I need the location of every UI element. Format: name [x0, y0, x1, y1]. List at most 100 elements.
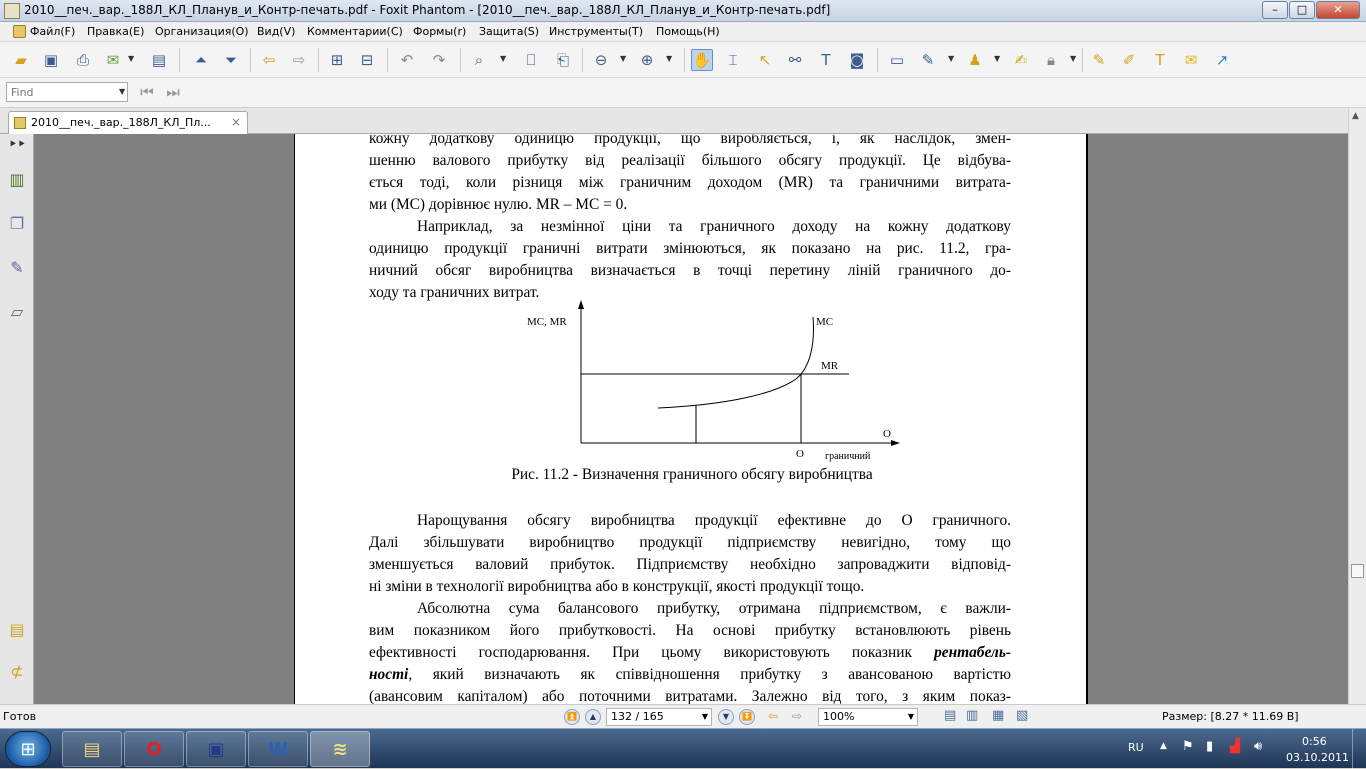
form-dropdown-icon[interactable]: ▼	[948, 54, 954, 63]
scan-icon[interactable]: ▤	[148, 49, 170, 71]
stamp-icon[interactable]: ♟	[964, 49, 986, 71]
menu-file[interactable]: Файл(F)	[30, 25, 75, 38]
menu-comments[interactable]: Комментарии(C)	[307, 25, 403, 38]
lock-icon[interactable]: 🔒︎	[1040, 49, 1062, 71]
single-page-icon[interactable]: ▤	[944, 708, 956, 723]
minimize-button[interactable]: –	[1262, 1, 1288, 19]
next-page-status-icon[interactable]: ▼	[718, 709, 734, 725]
document-edit-icon[interactable]: ✐	[1118, 49, 1140, 71]
menu-view[interactable]: Вид(V)	[257, 25, 295, 38]
arrow-tool-icon[interactable]: ↗	[1211, 49, 1233, 71]
start-button[interactable]: ⊞	[5, 731, 51, 767]
save-icon[interactable]: ▣	[40, 49, 62, 71]
clock-time[interactable]: 0:56	[1302, 735, 1327, 748]
find-previous-icon[interactable]: ⏮	[136, 81, 158, 103]
find-box[interactable]: ▼	[6, 82, 128, 102]
volume-icon[interactable]: 🔊︎	[1254, 739, 1262, 754]
next-page-icon[interactable]: ⏷	[220, 49, 242, 71]
find-dropdown-icon[interactable]: ▼	[119, 87, 125, 96]
menu-tools[interactable]: Инструменты(T)	[549, 25, 643, 38]
zoom-in-icon[interactable]: ⊕	[636, 49, 658, 71]
taskbar-save-app-icon[interactable]: ▣	[186, 731, 246, 767]
stamp-dropdown-icon[interactable]: ▼	[994, 54, 1000, 63]
maximize-button[interactable]: □	[1289, 1, 1315, 19]
select-text-icon[interactable]: ⌶	[722, 49, 744, 71]
zoom-in-dropdown-icon[interactable]: ▼	[666, 54, 672, 63]
fit-width-icon[interactable]: ⎗	[552, 49, 574, 71]
continuous-icon[interactable]: ▥	[966, 708, 978, 723]
continuous-facing-icon[interactable]: ▧	[1016, 708, 1028, 723]
prev-page-icon[interactable]: ▲	[585, 709, 601, 725]
zoom-out-dropdown-icon[interactable]: ▼	[620, 54, 626, 63]
find-next-icon[interactable]: ⏭	[162, 81, 184, 103]
vertical-scrollbar[interactable]: ▲	[1348, 108, 1366, 704]
menu-security[interactable]: Защита(S)	[479, 25, 539, 38]
fit-page-icon[interactable]: ⎕	[520, 49, 542, 71]
zoom-dropdown-icon[interactable]: ▼	[500, 54, 506, 63]
history-forward-icon[interactable]: ⇨	[792, 709, 802, 723]
zoom-tool-icon[interactable]: ⌕	[468, 49, 490, 71]
zoom-out-icon[interactable]: ⊖	[590, 49, 612, 71]
attachments-icon[interactable]: ▱	[7, 300, 27, 322]
redo-icon[interactable]: ↷	[428, 49, 450, 71]
document-tab[interactable]: 2010__печ._вар._188Л_КЛ_Пл... ×	[8, 111, 248, 134]
pages-icon[interactable]: ❐	[7, 212, 27, 234]
page-number-field[interactable]: 132 / 165 ▼	[606, 708, 712, 726]
menu-organize[interactable]: Организация(O)	[155, 25, 249, 38]
last-page-icon[interactable]: ⏬	[739, 709, 755, 725]
page-dropdown-icon[interactable]: ▼	[702, 712, 708, 721]
lock-dropdown-icon[interactable]: ▼	[1070, 54, 1076, 63]
history-back-icon[interactable]: ⇦	[768, 709, 778, 723]
menu-forms[interactable]: Формы(r)	[413, 25, 466, 38]
tab-close-icon[interactable]: ×	[231, 115, 241, 129]
paperclip-icon[interactable]: ⊄	[7, 660, 27, 682]
document-viewport[interactable]: кожну додаткову одиницю продукції, що ви…	[34, 134, 1348, 704]
edit-form-icon[interactable]: ✎	[917, 49, 939, 71]
typewriter-icon[interactable]: T	[815, 49, 837, 71]
action-center-flag-icon[interactable]: ⚑	[1182, 739, 1194, 754]
extract-pages-icon[interactable]: ⊞	[326, 49, 348, 71]
close-button[interactable]: ✕	[1316, 1, 1360, 19]
form-field-icon[interactable]: ▭	[886, 49, 908, 71]
tray-expand-icon[interactable]: ▲	[1160, 741, 1167, 751]
email-dropdown-icon[interactable]: ▼	[128, 54, 134, 63]
taskbar-foxit-icon[interactable]: ≋	[310, 731, 370, 767]
comments-panel-icon[interactable]: ▤	[7, 618, 27, 640]
print-icon[interactable]: ⎙	[72, 49, 94, 71]
find-input[interactable]	[7, 83, 111, 101]
expand-panel-icon[interactable]: ⯈⯈	[7, 134, 27, 156]
scroll-thumb[interactable]	[1351, 564, 1364, 578]
undo-icon[interactable]: ↶	[396, 49, 418, 71]
comment-icon[interactable]: ✉	[1180, 49, 1202, 71]
binoculars-icon[interactable]: ⚯	[784, 49, 806, 71]
bookmarks-icon[interactable]: ▥	[7, 168, 27, 190]
hand-tool-icon[interactable]: ✋	[691, 49, 713, 71]
layers-icon[interactable]: ✎	[7, 256, 27, 278]
network-icon[interactable]: ▟	[1230, 739, 1240, 754]
menu-edit[interactable]: Правка(E)	[87, 25, 144, 38]
facing-icon[interactable]: ▦	[992, 708, 1004, 723]
email-icon[interactable]: ✉	[102, 49, 124, 71]
menu-help[interactable]: Помощь(H)	[656, 25, 720, 38]
clock-date[interactable]: 03.10.2011	[1286, 751, 1349, 764]
previous-page-icon[interactable]: ⏶	[190, 49, 212, 71]
first-page-icon[interactable]: ⏫	[564, 709, 580, 725]
taskbar-opera-icon[interactable]: O	[124, 731, 184, 767]
insert-pages-icon[interactable]: ⊟	[356, 49, 378, 71]
open-folder-icon[interactable]: ▰	[10, 49, 32, 71]
power-icon[interactable]: ▮	[1206, 739, 1213, 754]
text-box-icon[interactable]: T	[1149, 49, 1171, 71]
show-desktop-button[interactable]	[1352, 729, 1366, 769]
back-arrow-icon[interactable]: ⇦	[258, 49, 280, 71]
scroll-up-icon[interactable]: ▲	[1352, 111, 1359, 121]
taskbar-explorer-icon[interactable]: ▤	[62, 731, 122, 767]
note-edit-icon[interactable]: ✎	[1088, 49, 1110, 71]
forward-arrow-icon[interactable]: ⇨	[288, 49, 310, 71]
language-indicator[interactable]: RU	[1128, 741, 1144, 754]
zoom-field[interactable]: 100% ▼	[818, 708, 918, 726]
snapshot-icon[interactable]: ◙	[846, 49, 868, 71]
taskbar-word-icon[interactable]: W	[248, 731, 308, 767]
sign-icon[interactable]: ✍	[1010, 49, 1032, 71]
zoom-level-dropdown-icon[interactable]: ▼	[908, 712, 914, 721]
select-annotation-icon[interactable]: ↖	[754, 49, 776, 71]
